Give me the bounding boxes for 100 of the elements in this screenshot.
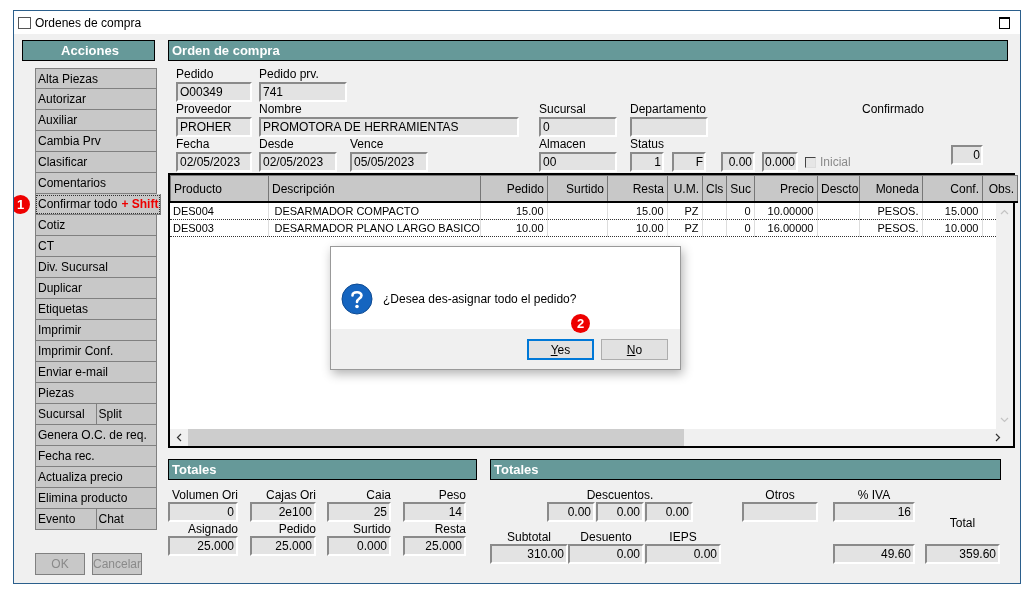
action-button[interactable]: Chat xyxy=(96,509,157,530)
table-cell: DESARMADOR COMPACTO xyxy=(274,205,419,217)
action-button[interactable]: Cotiz xyxy=(35,215,157,236)
text-field[interactable]: F xyxy=(672,152,706,172)
field-label: IEPS xyxy=(668,530,698,544)
text-field[interactable]: 25.000 xyxy=(168,536,238,556)
column-header[interactable]: Suc xyxy=(726,175,755,202)
table-cell: DESARMADOR PLANO LARGO BASICO xyxy=(274,222,479,234)
text-field[interactable]: 0.000 xyxy=(327,536,391,556)
field-label: Pedido xyxy=(176,67,215,82)
text-field[interactable]: 0.00 xyxy=(568,544,644,564)
field-label: Nombre xyxy=(259,102,303,117)
column-header[interactable]: Moneda xyxy=(859,175,923,202)
action-button[interactable]: Genera O.C. de req. xyxy=(35,425,157,446)
text-field[interactable]: 25.000 xyxy=(250,536,316,556)
field-label: Sucursal xyxy=(539,102,587,117)
column-header[interactable]: Resta xyxy=(607,175,668,202)
action-button[interactable]: Cambia Prv xyxy=(35,131,157,152)
text-field[interactable] xyxy=(630,117,708,137)
column-header[interactable]: Descripción xyxy=(268,175,481,202)
action-button[interactable]: Actualiza precio xyxy=(35,467,157,488)
text-field[interactable] xyxy=(742,502,818,522)
no-button[interactable]: No xyxy=(601,339,668,360)
horizontal-scrollbar[interactable] xyxy=(170,429,1013,446)
column-header[interactable]: U.M. xyxy=(667,175,703,202)
maximize-icon[interactable] xyxy=(999,16,1010,29)
text-field[interactable]: 2e100 xyxy=(250,502,316,522)
column-header[interactable]: Pedido xyxy=(480,175,548,202)
text-field[interactable]: 310.00 xyxy=(490,544,568,564)
text-field[interactable]: 25 xyxy=(327,502,391,522)
field-label: % IVA xyxy=(856,488,892,502)
text-field[interactable]: 0 xyxy=(951,145,983,165)
column-header[interactable]: Surtido xyxy=(547,175,608,202)
table-cell: 10.000 xyxy=(944,222,979,234)
text-field[interactable]: 25.000 xyxy=(403,536,466,556)
action-button[interactable]: Div. Sucursal xyxy=(35,257,157,278)
action-button[interactable]: Evento xyxy=(35,509,97,530)
scrollbar-thumb[interactable] xyxy=(188,429,684,446)
field-label: Desde xyxy=(259,137,295,152)
text-field[interactable]: 49.60 xyxy=(833,544,915,564)
action-button[interactable]: CT xyxy=(35,236,157,257)
text-field[interactable]: 02/05/2023 xyxy=(176,152,252,172)
action-button[interactable]: Confirmar todo + Shift xyxy=(35,194,162,215)
field-label: Pedido prv. xyxy=(259,67,320,82)
column-header[interactable]: Producto xyxy=(170,175,269,202)
text-field[interactable]: 05/05/2023 xyxy=(350,152,428,172)
action-button[interactable]: Piezas xyxy=(35,383,157,404)
column-header[interactable]: Descto xyxy=(817,175,860,202)
field-label: Otros xyxy=(764,488,796,502)
action-button[interactable]: Clasificar xyxy=(35,152,157,173)
action-button[interactable]: Enviar e-mail xyxy=(35,362,157,383)
text-field[interactable]: 0.00 xyxy=(645,502,693,522)
table-cell: 15.00 xyxy=(515,205,544,217)
scroll-right-icon[interactable] xyxy=(995,433,1001,442)
field-label: Departamento xyxy=(630,102,708,117)
text-field[interactable]: 0.00 xyxy=(645,544,721,564)
action-button[interactable]: Duplicar xyxy=(35,278,157,299)
field-label: Volumen Ori xyxy=(170,488,238,502)
field-label: Resta xyxy=(433,522,466,536)
table-cell: 15.000 xyxy=(944,205,979,217)
text-field[interactable]: PROHER xyxy=(176,117,252,137)
action-button[interactable]: Imprimir Conf. xyxy=(35,341,157,362)
panel-header: Totales xyxy=(168,459,477,480)
text-field[interactable]: 741 xyxy=(259,82,347,102)
action-button[interactable]: Auxiliar xyxy=(35,110,157,131)
text-field[interactable]: 14 xyxy=(403,502,466,522)
action-button[interactable]: Autorizar xyxy=(35,89,157,110)
text-field[interactable]: 16 xyxy=(833,502,915,522)
text-field[interactable]: 1 xyxy=(630,152,664,172)
action-button[interactable]: Elimina producto xyxy=(35,488,157,509)
table-cell: PESOS. xyxy=(877,205,919,217)
column-header[interactable]: Conf. xyxy=(922,175,983,202)
text-field[interactable]: 0.00 xyxy=(721,152,755,172)
text-field[interactable]: 0 xyxy=(168,502,238,522)
action-button[interactable]: Alta Piezas xyxy=(35,68,157,89)
text-field[interactable]: O00349 xyxy=(176,82,252,102)
table-cell: 0 xyxy=(744,205,751,217)
text-field[interactable]: PROMOTORA DE HERRAMIENTAS xyxy=(259,117,519,137)
column-header[interactable]: Cls xyxy=(702,175,727,202)
window-icon xyxy=(18,16,31,29)
text-field[interactable]: 0.00 xyxy=(547,502,595,522)
action-button[interactable]: Fecha rec. xyxy=(35,446,157,467)
text-field[interactable]: 00 xyxy=(539,152,617,172)
action-button[interactable]: Comentarios xyxy=(35,173,157,194)
text-field[interactable]: 0.00 xyxy=(596,502,644,522)
panel-header: Acciones xyxy=(22,40,155,61)
column-header[interactable]: Obs. xyxy=(982,175,1018,202)
text-field[interactable]: 0 xyxy=(539,117,617,137)
action-button[interactable]: Split xyxy=(96,404,157,425)
text-field[interactable]: 02/05/2023 xyxy=(259,152,337,172)
column-header[interactable]: Precio xyxy=(754,175,818,202)
table-cell: PESOS. xyxy=(877,222,919,234)
action-button[interactable]: Imprimir xyxy=(35,320,157,341)
yes-button[interactable]: Yes xyxy=(527,339,594,360)
scroll-left-icon[interactable] xyxy=(176,433,182,442)
text-field[interactable]: 0.000 xyxy=(762,152,798,172)
text-field[interactable]: 359.60 xyxy=(925,544,1000,564)
action-button[interactable]: Sucursal xyxy=(35,404,97,425)
action-button[interactable]: Etiquetas xyxy=(35,299,157,320)
field-label: Subtotal xyxy=(505,530,552,544)
